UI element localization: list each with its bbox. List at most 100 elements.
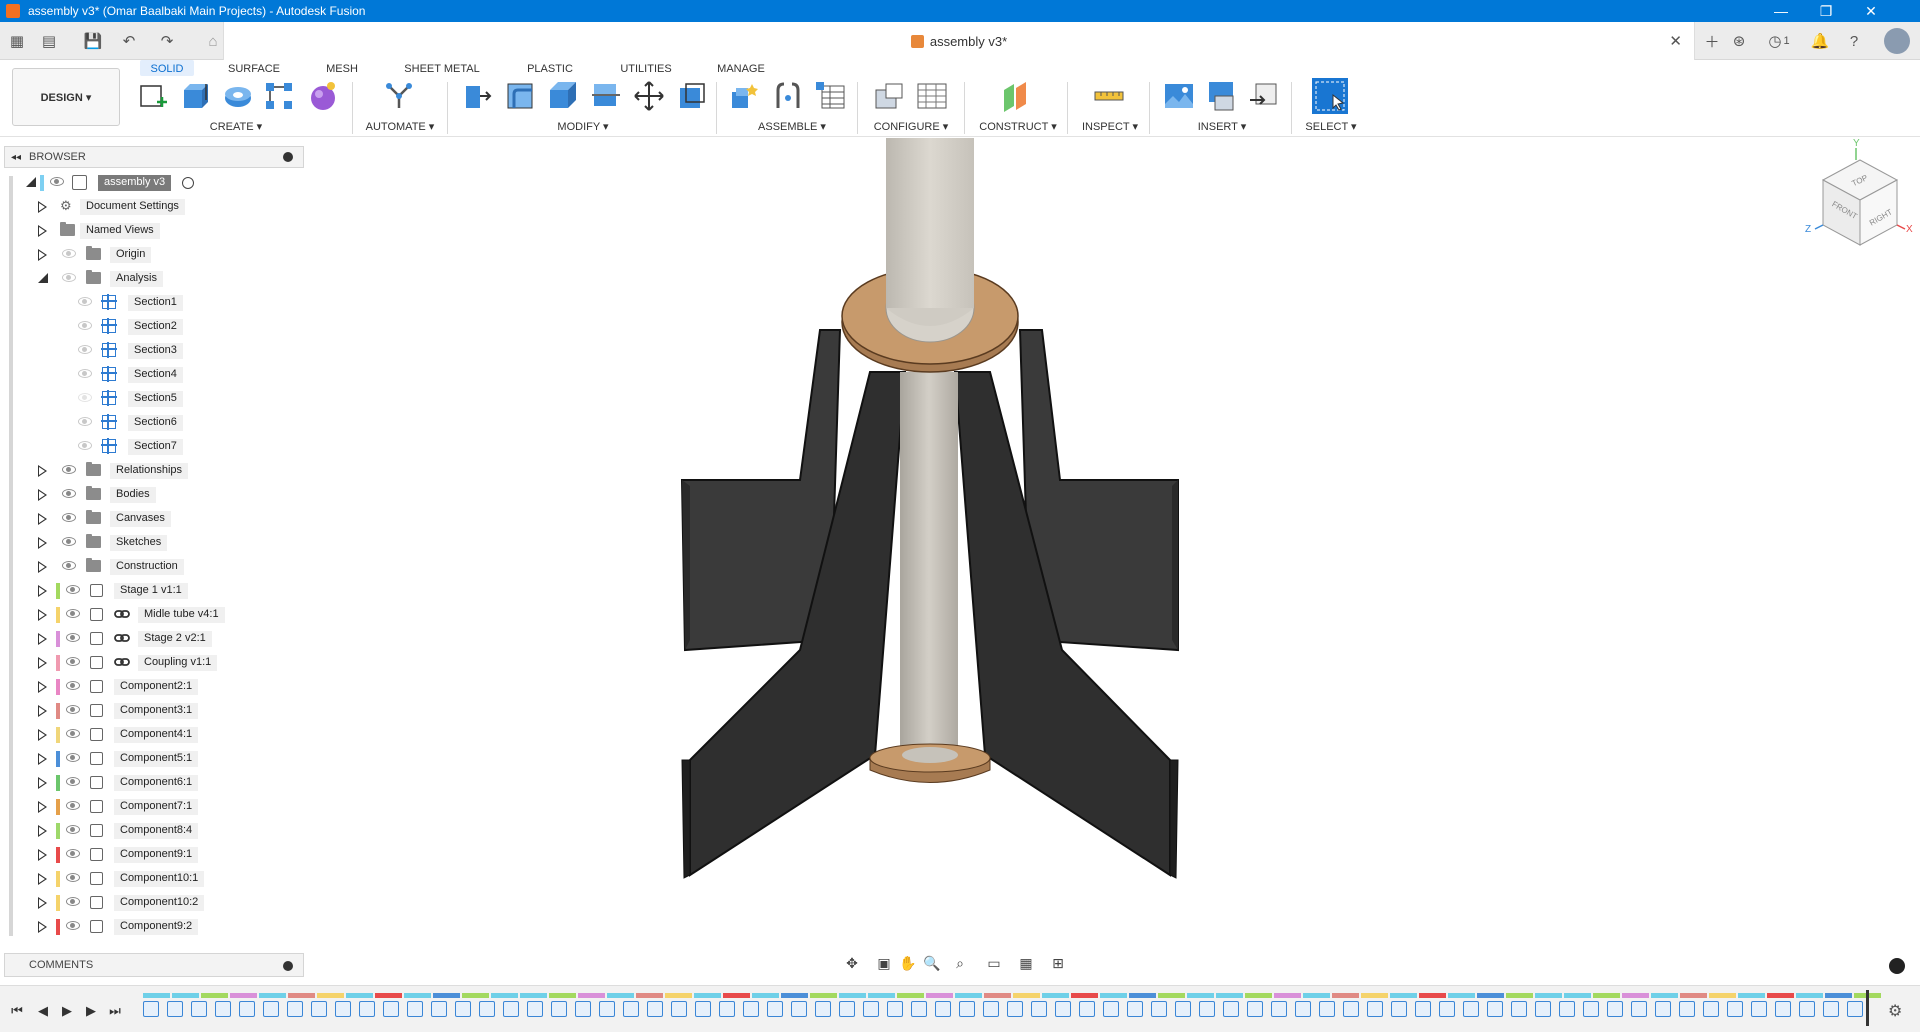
- timeline-end-button[interactable]: ⏭: [106, 1003, 124, 1019]
- decal-icon[interactable]: [1205, 80, 1237, 112]
- timeline-feature-icon[interactable]: [431, 1001, 447, 1017]
- select-icon[interactable]: [1311, 77, 1349, 115]
- timeline-feature-icon[interactable]: [1127, 1001, 1143, 1017]
- timeline-feature-icon[interactable]: [575, 1001, 591, 1017]
- rocket-model[interactable]: [680, 138, 1179, 879]
- tab-plastic[interactable]: PLASTIC: [518, 60, 582, 76]
- timeline-feature-icon[interactable]: [1559, 1001, 1575, 1017]
- tab-utilities[interactable]: UTILITIES: [612, 60, 680, 76]
- timeline-feature-icon[interactable]: [239, 1001, 255, 1017]
- timeline-feature-icon[interactable]: [1823, 1001, 1839, 1017]
- align-icon[interactable]: [676, 80, 708, 112]
- design-workspace-button[interactable]: DESIGN ▾: [12, 68, 120, 126]
- timeline-feature-icon[interactable]: [311, 1001, 327, 1017]
- timeline-feature-icon[interactable]: [839, 1001, 855, 1017]
- close-tab-icon[interactable]: ✕: [1669, 32, 1682, 50]
- tab-surface[interactable]: SURFACE: [220, 60, 288, 76]
- timeline-feature-icon[interactable]: [791, 1001, 807, 1017]
- zoom-icon[interactable]: 🔍: [922, 955, 942, 973]
- timeline-feature-icon[interactable]: [1439, 1001, 1455, 1017]
- tab-manage[interactable]: MANAGE: [710, 60, 772, 76]
- timeline-feature-icon[interactable]: [1103, 1001, 1119, 1017]
- timeline-feature-icon[interactable]: [1487, 1001, 1503, 1017]
- look-at-icon[interactable]: ▣: [874, 955, 894, 973]
- extrude-icon[interactable]: [180, 80, 212, 112]
- timeline-feature-icon[interactable]: [287, 1001, 303, 1017]
- timeline-feature-icon[interactable]: [623, 1001, 639, 1017]
- user-avatar[interactable]: [1884, 28, 1910, 54]
- timeline-feature-icon[interactable]: [143, 1001, 159, 1017]
- timeline-feature-icon[interactable]: [959, 1001, 975, 1017]
- automate-icon[interactable]: [383, 80, 415, 112]
- fillet-icon[interactable]: [504, 80, 536, 112]
- timeline-feature-icon[interactable]: [767, 1001, 783, 1017]
- create-form-icon[interactable]: [307, 80, 339, 112]
- modify-group-label[interactable]: MODIFY ▾: [545, 120, 621, 133]
- timeline-feature-icon[interactable]: [1007, 1001, 1023, 1017]
- timeline-feature-icon[interactable]: [215, 1001, 231, 1017]
- timeline-feature-icon[interactable]: [1679, 1001, 1695, 1017]
- timeline-feature-icon[interactable]: [167, 1001, 183, 1017]
- timeline-feature-icon[interactable]: [1655, 1001, 1671, 1017]
- timeline-feature-icon[interactable]: [527, 1001, 543, 1017]
- timeline-feature-icon[interactable]: [1775, 1001, 1791, 1017]
- text-commands-icon[interactable]: [1889, 958, 1905, 974]
- timeline-feature-icon[interactable]: [1055, 1001, 1071, 1017]
- timeline-feature-icon[interactable]: [1031, 1001, 1047, 1017]
- pan-hand-icon[interactable]: ✋: [898, 955, 918, 973]
- timeline-feature-icon[interactable]: [1391, 1001, 1407, 1017]
- view-cube[interactable]: TOP FRONT RIGHT Y Z X: [1805, 138, 1913, 246]
- timeline-feature-icon[interactable]: [983, 1001, 999, 1017]
- construct-group-label[interactable]: CONSTRUCT ▾: [976, 120, 1060, 133]
- timeline-forward-button[interactable]: ▶: [82, 1003, 100, 1019]
- save-icon[interactable]: 💾: [82, 30, 104, 52]
- help-icon[interactable]: ?: [1842, 30, 1866, 52]
- rectangular-pattern-icon[interactable]: [263, 80, 295, 112]
- canvas-icon[interactable]: [1163, 80, 1195, 112]
- revolve-icon[interactable]: [222, 80, 254, 112]
- timeline-feature-icon[interactable]: [1463, 1001, 1479, 1017]
- viewports-icon[interactable]: ⊞: [1048, 955, 1068, 973]
- timeline-feature-icon[interactable]: [263, 1001, 279, 1017]
- timeline-feature-icon[interactable]: [1271, 1001, 1287, 1017]
- redo-icon[interactable]: ↷: [156, 30, 178, 52]
- timeline-feature-icon[interactable]: [1847, 1001, 1863, 1017]
- timeline-feature-icon[interactable]: [671, 1001, 687, 1017]
- split-body-icon[interactable]: [590, 80, 622, 112]
- insert-mesh-icon[interactable]: [1248, 80, 1280, 112]
- joint-icon[interactable]: [772, 80, 804, 112]
- grid-settings-icon[interactable]: ▦: [1016, 955, 1036, 973]
- configuration-table-icon[interactable]: [916, 80, 948, 112]
- 3d-viewport[interactable]: TOP FRONT RIGHT Y Z X: [305, 138, 1915, 950]
- tab-sheet-metal[interactable]: SHEET METAL: [398, 60, 486, 76]
- timeline-feature-icon[interactable]: [503, 1001, 519, 1017]
- timeline-feature-icon[interactable]: [1415, 1001, 1431, 1017]
- minimize-button[interactable]: —: [1758, 0, 1804, 22]
- timeline-start-button[interactable]: ⏮: [8, 1003, 26, 1019]
- display-settings-icon[interactable]: ▭: [984, 955, 1004, 973]
- offset-plane-icon[interactable]: [1000, 80, 1032, 112]
- timeline-feature-icon[interactable]: [599, 1001, 615, 1017]
- press-pull-icon[interactable]: [462, 80, 494, 112]
- automate-group-label[interactable]: AUTOMATE ▾: [362, 120, 438, 133]
- timeline-feature-icon[interactable]: [647, 1001, 663, 1017]
- create-sketch-icon[interactable]: [137, 80, 169, 112]
- timeline-feature-icon[interactable]: [1631, 1001, 1647, 1017]
- maximize-button[interactable]: ❐: [1803, 0, 1849, 22]
- timeline-feature-icon[interactable]: [335, 1001, 351, 1017]
- timeline-feature-icon[interactable]: [1799, 1001, 1815, 1017]
- timeline-feature-icon[interactable]: [1751, 1001, 1767, 1017]
- timeline-feature-icon[interactable]: [1703, 1001, 1719, 1017]
- insert-group-label[interactable]: INSERT ▾: [1184, 120, 1260, 133]
- tab-assembly-v3[interactable]: assembly v3* ✕: [223, 22, 1695, 60]
- timeline-play-button[interactable]: ▶: [58, 1003, 76, 1019]
- timeline-feature-icon[interactable]: [743, 1001, 759, 1017]
- timeline-back-button[interactable]: ◀: [34, 1003, 52, 1019]
- configure-group-label[interactable]: CONFIGURE ▾: [870, 120, 952, 133]
- timeline-feature-icon[interactable]: [479, 1001, 495, 1017]
- extensions-icon[interactable]: ⊛: [1727, 30, 1751, 52]
- move-copy-icon[interactable]: [633, 80, 665, 112]
- timeline-feature-icon[interactable]: [1535, 1001, 1551, 1017]
- timeline-feature-icon[interactable]: [695, 1001, 711, 1017]
- timeline-feature-icon[interactable]: [1295, 1001, 1311, 1017]
